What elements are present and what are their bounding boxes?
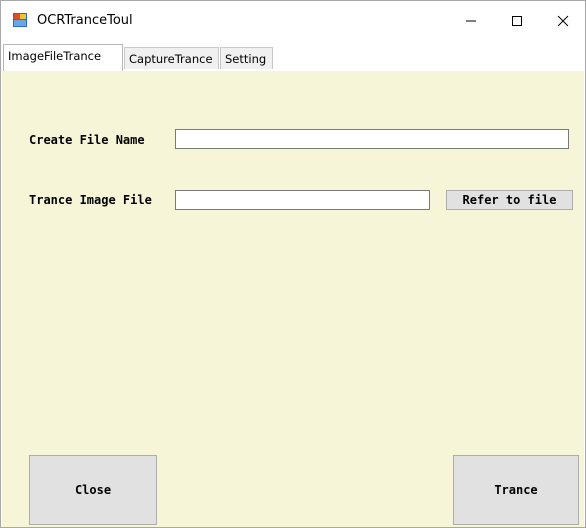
app-window: OCRTranceToul ImageFileTrance CaptureTra… bbox=[0, 0, 586, 528]
window-title: OCRTranceToul bbox=[37, 13, 133, 28]
create-file-name-label: Create File Name bbox=[29, 133, 145, 147]
tab-imagefiletrance[interactable]: ImageFileTrance bbox=[3, 44, 123, 72]
app-icon bbox=[13, 13, 27, 27]
minimize-icon bbox=[466, 20, 476, 22]
close-button[interactable]: Close bbox=[29, 455, 157, 525]
close-icon bbox=[557, 15, 569, 27]
trance-image-file-input[interactable] bbox=[175, 190, 430, 210]
trance-image-file-label: Trance Image File bbox=[29, 193, 152, 207]
close-window-button[interactable] bbox=[540, 1, 586, 41]
tab-capturetrance[interactable]: CaptureTrance bbox=[124, 47, 219, 69]
trance-button[interactable]: Trance bbox=[453, 455, 579, 525]
tab-strip: ImageFileTrance CaptureTrance Setting bbox=[1, 41, 585, 113]
create-file-name-input[interactable] bbox=[175, 129, 569, 149]
minimize-button[interactable] bbox=[448, 1, 494, 41]
title-bar[interactable]: OCRTranceToul bbox=[1, 1, 585, 41]
tab-panel: Create File Name Trance Image File Refer… bbox=[2, 71, 584, 527]
maximize-icon bbox=[512, 16, 522, 26]
maximize-button[interactable] bbox=[494, 1, 540, 41]
tab-setting[interactable]: Setting bbox=[220, 47, 273, 69]
refer-to-file-button[interactable]: Refer to file bbox=[446, 190, 573, 210]
